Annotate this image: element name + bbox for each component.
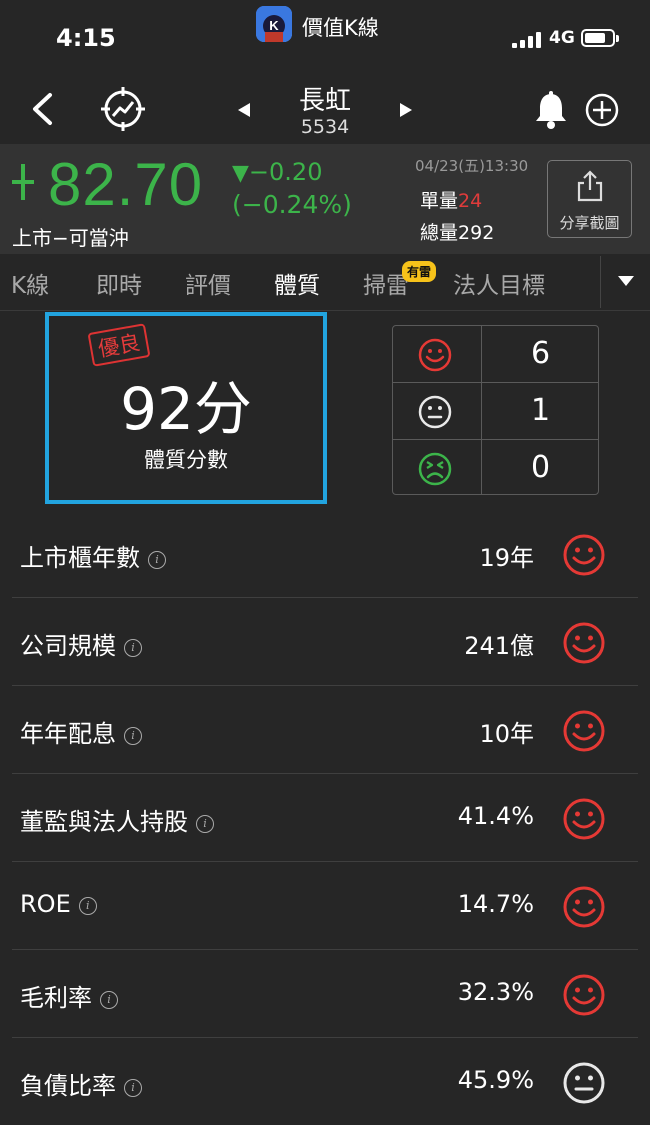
info-icon[interactable]: i: [78, 897, 97, 915]
row-divider: [12, 685, 638, 686]
metric-row-label: 毛利率 i: [20, 978, 118, 1013]
health-score: 92分: [120, 375, 252, 443]
happy-count: 6: [530, 336, 551, 371]
total-volume-value: 292: [458, 222, 495, 244]
happy-face-icon: [562, 797, 606, 845]
row-divider: [12, 597, 638, 598]
price-change-percent: (−0.24%): [232, 190, 352, 219]
stock-code: 5534: [300, 116, 350, 138]
info-icon[interactable]: i: [124, 1079, 142, 1097]
metric-row-value: 14.7%: [457, 890, 534, 918]
happy-face-icon: [562, 973, 606, 1021]
status-time: 4:15: [56, 24, 116, 52]
current-price: 82.70: [48, 151, 204, 218]
unit-volume-value: 24: [458, 190, 483, 212]
price-indicator-icon: [10, 162, 36, 206]
metric-row-value: 32.3%: [457, 978, 534, 1006]
happy-face-icon: [562, 885, 606, 933]
unit-volume: 單量24: [420, 186, 482, 213]
tab-valuation[interactable]: 評價: [185, 266, 231, 300]
battery-tip: [616, 35, 619, 42]
info-icon[interactable]: i: [148, 551, 166, 569]
row-divider: [12, 949, 638, 950]
signal-icon: [512, 32, 544, 52]
metric-row-label: 公司規模 i: [20, 626, 142, 661]
neutral-face-icon: [562, 1061, 606, 1109]
risk-badge: 有雷: [402, 261, 437, 282]
metric-row-label: 上市櫃年數 i: [20, 538, 166, 573]
row-divider: [12, 1037, 638, 1038]
metric-label-text: 公司規模: [20, 632, 116, 660]
tab-fundamentals[interactable]: 體質: [274, 266, 320, 300]
metric-row-label: ROE i: [20, 890, 97, 918]
svg-text:K: K: [269, 18, 279, 33]
happy-face-icon: [562, 533, 606, 581]
metric-label-text: 上市櫃年數: [20, 544, 140, 572]
sad-count: 0: [530, 450, 551, 485]
row-divider: [12, 861, 638, 862]
metric-row-label: 董監與法人持股 i: [20, 802, 214, 837]
sad-face-icon: [418, 452, 452, 490]
happy-face-icon: [418, 338, 452, 376]
metric-label-text: 董監與法人持股: [20, 808, 188, 836]
share-icon: [577, 170, 603, 202]
down-triangle-icon: ▼: [232, 161, 249, 186]
total-volume-label: 總量: [420, 222, 459, 244]
metric-label-text: ROE: [20, 890, 71, 918]
market-info: 上市−可當沖: [12, 226, 129, 250]
metric-label-text: 年年配息: [20, 720, 116, 748]
health-score-label: 體質分數: [144, 448, 228, 472]
network-type: 4G: [549, 28, 575, 48]
tab-institutional-target[interactable]: 法人目標: [453, 266, 545, 300]
summary-divider: [392, 439, 599, 440]
tab-realtime[interactable]: 即時: [96, 266, 142, 300]
happy-face-icon: [562, 709, 606, 757]
tab-kline[interactable]: K線: [11, 266, 49, 300]
info-icon[interactable]: i: [100, 991, 118, 1009]
neutral-face-icon: [418, 395, 452, 433]
price-change: ▼−0.20: [232, 158, 322, 186]
metric-row-value: 10年: [479, 720, 534, 748]
share-screenshot-label: 分享截圖: [559, 214, 620, 232]
info-icon[interactable]: i: [124, 727, 142, 745]
metric-row-value: 19年: [479, 544, 534, 572]
battery-icon: [581, 29, 615, 47]
app-logo-icon: K: [256, 6, 292, 42]
metric-row-label: 年年配息 i: [20, 714, 142, 749]
stock-name[interactable]: 長虹: [0, 80, 650, 117]
tab-divider: [600, 256, 601, 308]
metric-label-text: 毛利率: [20, 984, 92, 1012]
summary-divider: [392, 382, 599, 383]
quote-datetime: 04/23(五)13:30: [415, 157, 529, 175]
total-volume: 總量292: [420, 218, 494, 245]
neutral-count: 1: [530, 393, 551, 428]
metric-row-value: 45.9%: [457, 1066, 534, 1094]
info-icon[interactable]: i: [196, 815, 214, 833]
metric-label-text: 負債比率: [20, 1072, 116, 1100]
dropdown-arrow-icon[interactable]: [618, 276, 634, 286]
info-icon[interactable]: i: [124, 639, 142, 657]
metric-row-value: 41.4%: [457, 802, 534, 830]
app-name: 價值K線: [302, 16, 379, 40]
price-change-value: −0.20: [248, 158, 323, 186]
happy-face-icon: [562, 621, 606, 669]
row-divider: [12, 773, 638, 774]
metric-row-value: 241億: [464, 632, 534, 660]
unit-volume-label: 單量: [420, 190, 459, 212]
metric-row-label: 負債比率 i: [20, 1066, 142, 1101]
